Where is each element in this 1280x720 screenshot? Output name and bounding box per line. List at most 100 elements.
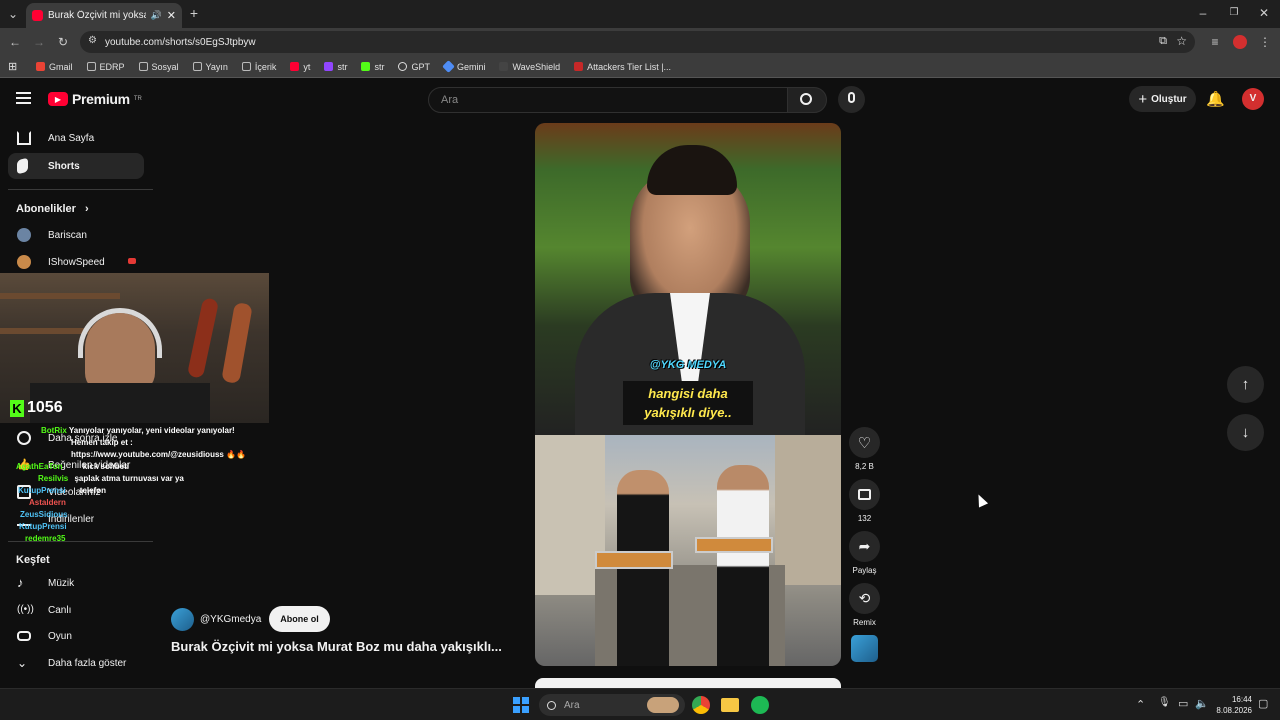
premium-label: Premium [72,91,130,107]
gemini-icon [442,60,455,73]
spotify-icon[interactable] [751,696,769,714]
bookmark-gmail[interactable]: Gmail [36,62,73,72]
bookmark-gpt[interactable]: GPT [398,62,430,72]
profile-avatar[interactable] [1233,35,1247,49]
new-tab-icon[interactable]: + [187,6,201,20]
clock[interactable]: 16:44 8.08.2026 [1212,694,1252,716]
kick-logo-icon: K [10,399,24,417]
sound-thumbnail[interactable] [851,635,878,662]
chatgpt-icon [398,62,408,71]
channel-name[interactable]: @YKGmedya [200,614,261,625]
apps-grid-icon[interactable]: ⊞ [8,60,17,73]
sidebar-item-gaming[interactable]: Oyun [8,623,144,649]
subscriptions-header[interactable]: Abonelikler › [16,203,89,215]
sidebar-sub-ishowspeed[interactable]: IShowSpeed [8,249,144,275]
tray-overflow-icon[interactable]: ⌃ [1136,698,1145,711]
share-label: Paylaş [852,566,877,575]
like-button[interactable]: ♡ [849,427,880,458]
bookmark-star-icon[interactable]: ☆ [1176,34,1187,48]
mouse-cursor-icon [973,492,989,508]
short-channel-row: @YKGmedya Abone ol [171,606,330,632]
search-input[interactable]: Ara [428,87,788,113]
streamer-webcam-overlay: K 1056 [0,273,269,423]
voice-search-button[interactable] [838,86,865,113]
subscribe-button[interactable]: Abone ol [269,606,330,632]
bookmark-yayin[interactable]: Yayın [192,62,228,72]
clock-time: 16:44 [1231,695,1252,704]
bookmark-attackers-tier-list[interactable]: Attackers Tier List |... [574,62,671,72]
channel-avatar[interactable] [171,607,194,631]
restore-icon[interactable]: ❐ [1227,6,1241,20]
live-indicator-icon [128,258,136,264]
browser-toolbar: ← → ↻ ⚙ youtube.com/shorts/s0EgSJtpbyw ⧉… [0,28,1280,56]
install-app-icon[interactable]: ⧉ [1159,35,1167,48]
close-window-icon[interactable]: ✕ [1257,6,1271,20]
remix-button[interactable]: ⟲ [849,583,880,614]
comments-button[interactable] [849,479,880,510]
chat-line: Astaldern [29,498,66,507]
sidebar-item-shorts[interactable]: Shorts [8,153,144,179]
sidebar-item-show-more[interactable]: ⌄ Daha fazla göster [8,650,144,676]
account-avatar[interactable]: V [1242,88,1264,110]
sidebar-item-live[interactable]: ((•)) Canlı [8,597,144,623]
network-icon[interactable]: ▭ [1178,697,1188,710]
audio-icon[interactable]: 🔊 [151,10,162,21]
bookmark-str-twitch[interactable]: str [324,62,347,72]
browser-menu-icon[interactable]: ⋮ [1258,35,1272,49]
file-explorer-icon[interactable] [721,698,739,712]
sidebar-sub-bariscan[interactable]: Bariscan [8,222,144,248]
bookmarks-bar: ⊞ Gmail EDRP Sosyal Yayın İçerik yt str … [0,56,1280,78]
kick-viewer-badge: K 1056 [10,399,63,417]
chat-line: KutupPrensi [19,522,67,531]
tab-search-icon[interactable]: ⌄ [6,7,20,21]
waveshield-icon [499,62,509,71]
windows-taskbar: Ara ⌃ 🎙 ▭ 🔈 16:44 8.08.2026 ▢ [0,688,1280,720]
baklava-tray-left [595,551,673,569]
sidebar-item-music[interactable]: ♪ Müzik [8,570,144,596]
next-short-button[interactable]: ↓ [1227,414,1264,451]
bookmark-sosyal[interactable]: Sosyal [138,62,179,72]
windows-start-icon[interactable] [513,697,529,713]
notification-center-icon[interactable]: ▢ [1258,697,1268,710]
create-button[interactable]: + Oluştur [1129,86,1196,112]
bookmark-yt[interactable]: yt [290,62,310,72]
home-icon [17,131,31,145]
bookmark-str-kick[interactable]: str [361,62,384,72]
sidebar-divider [8,189,153,190]
microphone-tray-icon[interactable]: 🎙 [1158,697,1171,708]
arrow-up-icon: ↑ [1241,376,1250,393]
short-video-player[interactable]: @YKG MEDYA hangisi daha yakışıklı diye.. [535,123,841,666]
heart-icon: ♡ [857,434,872,452]
volume-icon[interactable]: 🔈 [1195,697,1209,710]
notifications-bell-icon[interactable]: 🔔 [1206,90,1225,108]
close-tab-icon[interactable]: ✕ [167,9,176,22]
hamburger-menu-icon[interactable] [16,92,31,104]
baklava-tray-right [695,537,773,553]
reload-icon[interactable]: ↻ [56,35,70,49]
chrome-taskbar-icon[interactable] [692,696,710,714]
share-button[interactable]: ➦ [849,531,880,562]
forward-icon[interactable]: → [32,35,46,49]
search-button[interactable] [787,87,827,113]
bookmark-edrp[interactable]: EDRP [86,62,125,72]
sidebar-item-home[interactable]: Ana Sayfa [8,125,144,151]
previous-short-button[interactable]: ↑ [1227,366,1264,403]
site-info-icon[interactable]: ⚙ [88,35,97,46]
browser-tab[interactable]: Burak Özçivit mi yoksa Mur 🔊 ✕ [26,3,182,28]
bookmark-waveshield[interactable]: WaveShield [499,62,560,72]
bookmark-gemini[interactable]: Gemini [442,60,485,73]
media-control-icon[interactable]: ≡ [1208,35,1222,49]
search-icon [547,700,556,710]
short-title[interactable]: Burak Özçivit mi yoksa Murat Boz mu daha… [171,639,502,654]
youtube-premium-logo[interactable]: ▶ Premium TR [48,91,142,107]
share-arrow-icon: ➦ [858,538,871,554]
channel-avatar [17,255,31,269]
taskbar-search[interactable]: Ara [539,694,685,716]
plus-icon: + [1138,90,1148,108]
remix-label: Remix [853,618,876,627]
bookmark-icerik[interactable]: İçerik [241,62,276,72]
chat-line: ZeusSidious [20,510,68,519]
minimize-icon[interactable]: – [1196,6,1210,20]
address-bar[interactable]: ⚙ youtube.com/shorts/s0EgSJtpbyw ⧉ ☆ [80,31,1195,53]
back-icon[interactable]: ← [8,35,22,49]
